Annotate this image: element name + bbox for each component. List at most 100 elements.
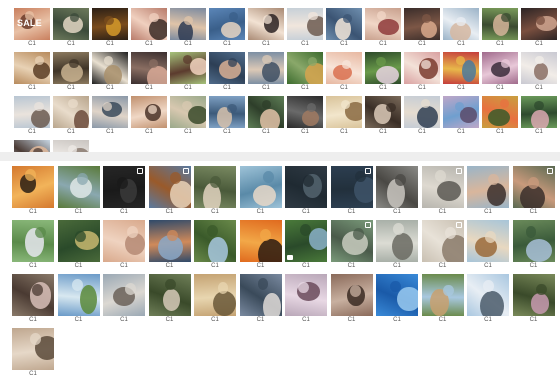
photo-thumbnail[interactable]	[148, 166, 191, 208]
photo-cell[interactable]: C1	[57, 220, 100, 270]
photo-thumbnail[interactable]	[194, 166, 236, 208]
photo-cell[interactable]: C1	[421, 220, 464, 270]
photo-thumbnail[interactable]	[57, 220, 100, 262]
photo-thumbnail[interactable]	[521, 96, 557, 128]
photo-thumbnail[interactable]	[170, 8, 206, 40]
photo-cell[interactable]: C1	[209, 52, 245, 92]
photo-thumbnail[interactable]	[421, 274, 464, 316]
photo-cell[interactable]: C1	[443, 8, 479, 48]
photo-thumbnail[interactable]	[512, 274, 555, 316]
photo-cell[interactable]: C1	[248, 8, 284, 48]
photo-thumbnail[interactable]	[92, 96, 128, 128]
photo-cell[interactable]: C1	[131, 8, 167, 48]
photo-cell[interactable]: C1	[482, 96, 518, 136]
photo-thumbnail[interactable]	[14, 96, 50, 128]
photo-thumbnail[interactable]	[404, 52, 440, 84]
photo-thumbnail[interactable]	[53, 96, 89, 128]
photo-cell[interactable]: C1	[421, 274, 464, 324]
photo-cell[interactable]: C1	[330, 220, 373, 270]
photo-cell[interactable]: C1	[326, 96, 362, 136]
photo-thumbnail[interactable]	[467, 274, 509, 316]
photo-cell[interactable]: C1	[131, 96, 167, 136]
photo-cell[interactable]: C1	[239, 274, 282, 324]
photo-thumbnail[interactable]	[92, 52, 128, 84]
photo-cell[interactable]: C1	[170, 52, 206, 92]
photo-thumbnail[interactable]	[443, 52, 479, 84]
photo-cell[interactable]: C1	[482, 8, 518, 48]
photo-thumbnail[interactable]	[326, 52, 362, 84]
photo-cell[interactable]: C1	[521, 8, 557, 48]
photo-cell[interactable]: C1	[53, 52, 89, 92]
photo-cell[interactable]: C1	[170, 96, 206, 136]
photo-cell[interactable]: C1	[285, 220, 327, 270]
photo-thumbnail[interactable]	[131, 96, 167, 128]
photo-thumbnail[interactable]: SALE	[14, 8, 50, 40]
photo-thumbnail[interactable]	[285, 274, 327, 316]
photo-thumbnail[interactable]	[365, 52, 401, 84]
photo-thumbnail[interactable]	[421, 166, 464, 208]
photo-thumbnail[interactable]	[57, 274, 100, 316]
photo-cell[interactable]: C1	[443, 52, 479, 92]
photo-cell[interactable]: C1	[512, 220, 555, 270]
photo-thumbnail[interactable]	[365, 8, 401, 40]
photo-cell[interactable]: C1	[92, 8, 128, 48]
photo-thumbnail[interactable]	[285, 220, 327, 262]
photo-thumbnail[interactable]	[131, 52, 167, 84]
photo-thumbnail[interactable]	[287, 8, 323, 40]
photo-thumbnail[interactable]	[512, 166, 555, 208]
photo-thumbnail[interactable]	[103, 220, 145, 262]
photo-cell[interactable]: C1	[103, 220, 145, 270]
photo-thumbnail[interactable]	[326, 96, 362, 128]
photo-cell[interactable]: C1	[287, 96, 323, 136]
photo-cell[interactable]: C1	[148, 166, 191, 216]
photo-cell[interactable]: C1	[92, 96, 128, 136]
photo-thumbnail[interactable]	[92, 8, 128, 40]
photo-thumbnail[interactable]	[326, 8, 362, 40]
photo-thumbnail[interactable]	[209, 52, 245, 84]
photo-cell[interactable]: C1	[326, 8, 362, 48]
photo-cell[interactable]: C1	[521, 96, 557, 136]
photo-thumbnail[interactable]	[376, 220, 418, 262]
photo-thumbnail[interactable]	[12, 220, 54, 262]
photo-cell[interactable]: C1	[57, 166, 100, 216]
photo-cell[interactable]: C1	[521, 52, 557, 92]
photo-thumbnail[interactable]	[365, 96, 401, 128]
photo-cell[interactable]: C1	[421, 166, 464, 216]
photo-cell[interactable]: C1	[57, 274, 100, 324]
photo-cell[interactable]: C1	[12, 328, 54, 378]
photo-thumbnail[interactable]	[248, 96, 284, 128]
photo-thumbnail[interactable]	[194, 274, 236, 316]
photo-cell[interactable]: C1	[239, 166, 282, 216]
photo-thumbnail[interactable]	[248, 8, 284, 40]
photo-thumbnail[interactable]	[209, 8, 245, 40]
photo-cell[interactable]: C1	[330, 274, 373, 324]
photo-cell[interactable]: C1	[404, 96, 440, 136]
photo-cell[interactable]: C1	[12, 166, 54, 216]
photo-thumbnail[interactable]	[57, 166, 100, 208]
photo-thumbnail[interactable]	[421, 220, 464, 262]
photo-thumbnail[interactable]	[239, 220, 282, 262]
photo-cell[interactable]: C1	[285, 166, 327, 216]
photo-thumbnail[interactable]	[170, 52, 206, 84]
photo-cell[interactable]: C1	[365, 52, 401, 92]
photo-cell[interactable]: C1	[194, 166, 236, 216]
photo-cell[interactable]: C1	[285, 274, 327, 324]
photo-cell[interactable]: C1	[103, 274, 145, 324]
photo-cell[interactable]: C1	[467, 220, 509, 270]
photo-cell[interactable]: C1	[14, 52, 50, 92]
photo-thumbnail[interactable]	[194, 220, 236, 262]
photo-cell[interactable]: C1	[14, 96, 50, 136]
photo-cell[interactable]: C1	[330, 166, 373, 216]
photo-cell[interactable]: C1	[467, 274, 509, 324]
photo-cell[interactable]: C1	[404, 8, 440, 48]
photo-thumbnail[interactable]	[404, 96, 440, 128]
photo-thumbnail[interactable]	[443, 8, 479, 40]
photo-thumbnail[interactable]	[482, 96, 518, 128]
photo-cell[interactable]: C1	[92, 52, 128, 92]
photo-cell[interactable]: C1	[209, 96, 245, 136]
photo-cell[interactable]: C1	[376, 166, 418, 216]
photo-thumbnail[interactable]	[53, 52, 89, 84]
photo-thumbnail[interactable]	[404, 8, 440, 40]
photo-cell[interactable]: C1	[287, 8, 323, 48]
photo-thumbnail[interactable]	[103, 274, 145, 316]
